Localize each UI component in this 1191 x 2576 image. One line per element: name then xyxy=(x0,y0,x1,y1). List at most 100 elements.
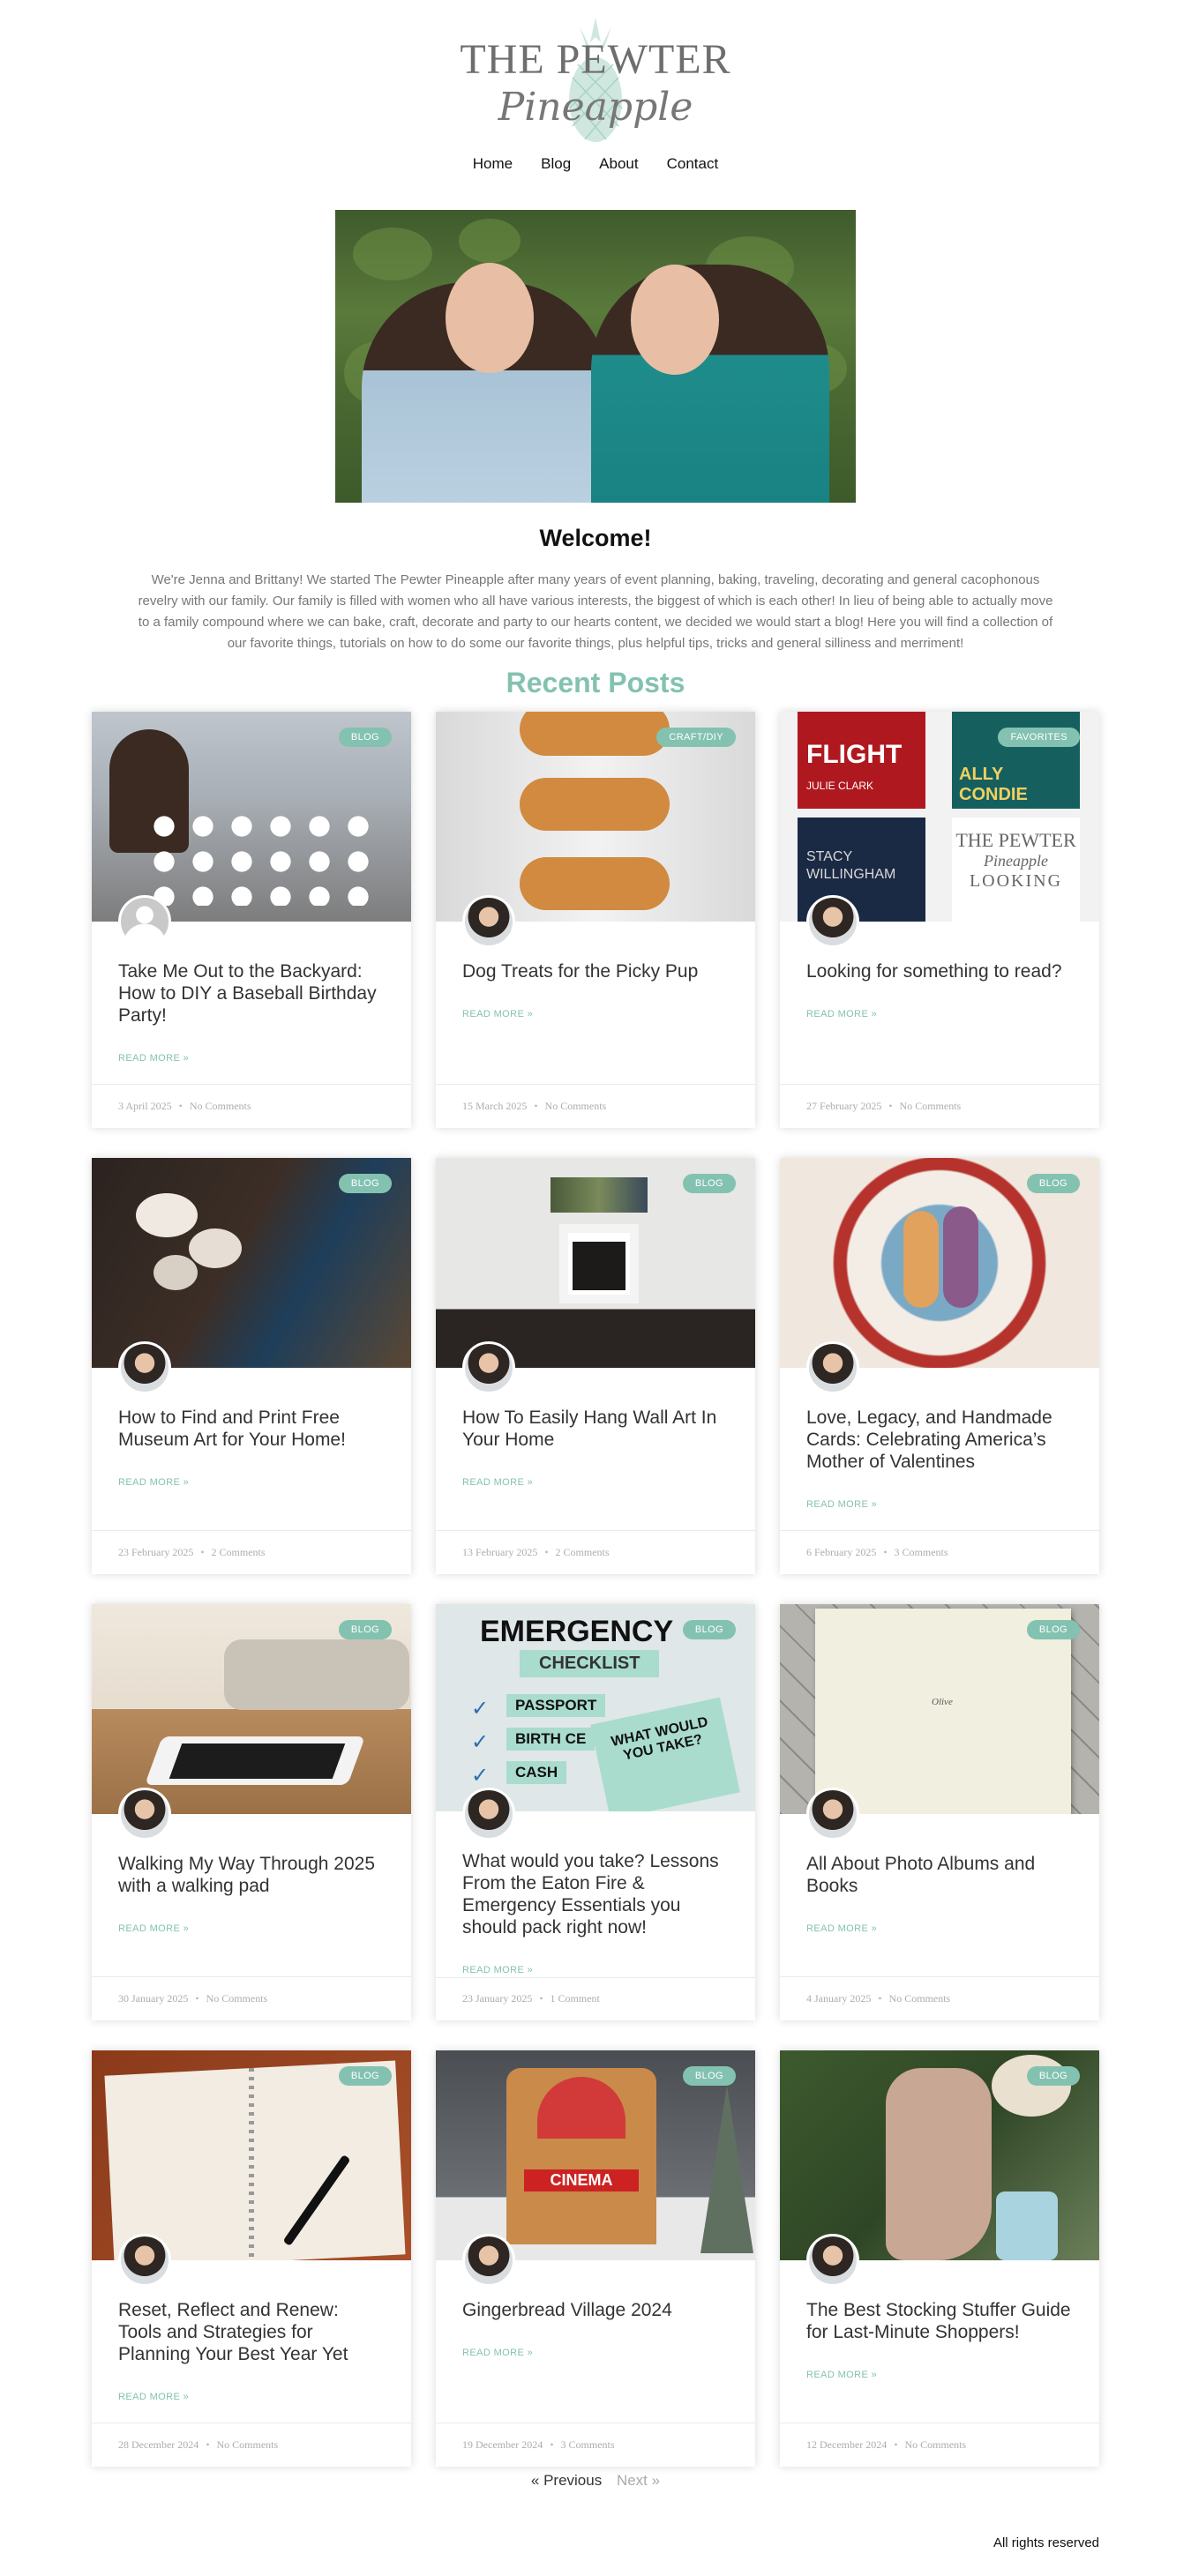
next-page-link[interactable]: Next » xyxy=(617,2472,660,2489)
post-thumbnail[interactable]: CRAFT/DIY xyxy=(436,712,755,922)
post-date: 28 December 2024 xyxy=(118,2438,199,2451)
post-comments[interactable]: 3 Comments xyxy=(561,2438,615,2452)
author-avatar xyxy=(462,895,515,948)
post-title[interactable]: Walking My Way Through 2025 with a walki… xyxy=(118,1853,385,1897)
pagination: « Previous Next » xyxy=(0,2472,1191,2490)
author-avatar xyxy=(806,895,859,948)
author-avatar xyxy=(118,2234,171,2287)
author-avatar xyxy=(118,1341,171,1394)
read-more-link[interactable]: READ MORE » xyxy=(118,1477,189,1488)
post-title[interactable]: Dog Treats for the Picky Pup xyxy=(462,960,729,982)
post-thumbnail[interactable]: FLIGHT JULIE CLARK ALLY CONDIE STACY WIL… xyxy=(780,712,1099,922)
post-thumbnail[interactable]: BLOG xyxy=(92,1158,411,1368)
read-more-link[interactable]: READ MORE » xyxy=(462,1477,533,1488)
post-thumbnail[interactable]: EMERGENCY CHECKLIST PASSPORT BIRTH CE CA… xyxy=(436,1604,755,1811)
post-thumbnail[interactable]: BLOG xyxy=(92,712,411,922)
post-date: 19 December 2024 xyxy=(462,2438,543,2451)
book-cover-flight: FLIGHT JULIE CLARK xyxy=(798,712,925,809)
post-comments[interactable]: No Comments xyxy=(900,1100,962,1113)
post-category-badge[interactable]: CRAFT/DIY xyxy=(656,728,736,747)
post-date: 30 January 2025 xyxy=(118,1992,189,2005)
post-thumbnail[interactable]: Olive BLOG xyxy=(780,1604,1099,1814)
read-more-link[interactable]: READ MORE » xyxy=(806,1499,877,1510)
post-meta: 28 December 2024 • No Comments xyxy=(92,2423,411,2467)
post-title[interactable]: Reset, Reflect and Renew: Tools and Stra… xyxy=(118,2299,385,2365)
read-more-link[interactable]: READ MORE » xyxy=(806,1009,877,1019)
post-date: 27 February 2025 xyxy=(806,1100,882,1112)
post-category-badge[interactable]: FAVORITES xyxy=(998,728,1080,747)
post-card: CRAFT/DIY Dog Treats for the Picky Pup R… xyxy=(436,712,755,1128)
post-title[interactable]: How To Easily Hang Wall Art In Your Home xyxy=(462,1407,729,1451)
nav-contact[interactable]: Contact xyxy=(667,155,719,173)
post-thumbnail[interactable]: CINEMA BLOG xyxy=(436,2050,755,2260)
read-more-link[interactable]: READ MORE » xyxy=(118,2392,189,2402)
post-category-badge[interactable]: BLOG xyxy=(338,2066,392,2086)
read-more-link[interactable]: READ MORE » xyxy=(462,1965,533,1975)
post-date: 6 February 2025 xyxy=(806,1546,877,1558)
post-thumbnail[interactable]: BLOG xyxy=(780,1158,1099,1368)
post-meta: 15 March 2025 • No Comments xyxy=(436,1084,755,1128)
post-thumbnail[interactable]: BLOG xyxy=(780,2050,1099,2260)
post-title[interactable]: Gingerbread Village 2024 xyxy=(462,2299,729,2321)
site-logo[interactable]: THE PEWTER Pineapple xyxy=(454,16,737,148)
post-category-badge[interactable]: BLOG xyxy=(338,1174,392,1193)
post-title[interactable]: Looking for something to read? xyxy=(806,960,1073,982)
post-meta: 19 December 2024 • 3 Comments xyxy=(436,2423,755,2467)
nav-about[interactable]: About xyxy=(599,155,638,173)
post-thumbnail[interactable]: BLOG xyxy=(436,1158,755,1368)
post-title[interactable]: Love, Legacy, and Handmade Cards: Celebr… xyxy=(806,1407,1073,1473)
post-comments[interactable]: 2 Comments xyxy=(212,1546,266,1559)
post-card: BLOG How To Easily Hang Wall Art In Your… xyxy=(436,1158,755,1574)
post-comments[interactable]: 3 Comments xyxy=(895,1546,948,1559)
read-more-link[interactable]: READ MORE » xyxy=(118,1923,189,1934)
previous-page-link[interactable]: « Previous xyxy=(531,2472,602,2489)
post-card: FLIGHT JULIE CLARK ALLY CONDIE STACY WIL… xyxy=(780,712,1099,1128)
post-meta: 13 February 2025 • 2 Comments xyxy=(436,1530,755,1574)
post-thumbnail[interactable]: BLOG xyxy=(92,1604,411,1814)
author-avatar xyxy=(806,1341,859,1394)
post-comments[interactable]: No Comments xyxy=(206,1992,268,2005)
book-ally-author: ALLY CONDIE xyxy=(959,765,1028,804)
author-avatar xyxy=(118,895,171,948)
author-avatar xyxy=(806,2234,859,2287)
post-title[interactable]: All About Photo Albums and Books xyxy=(806,1853,1073,1897)
nav-blog[interactable]: Blog xyxy=(541,155,571,173)
post-comments[interactable]: No Comments xyxy=(545,1100,607,1113)
recent-posts-heading: Recent Posts xyxy=(506,667,685,698)
post-category-badge[interactable]: BLOG xyxy=(682,2066,736,2086)
post-comments[interactable]: 1 Comment xyxy=(551,1992,600,2005)
post-category-badge[interactable]: BLOG xyxy=(338,728,392,747)
main-nav: Home Blog About Contact xyxy=(0,155,1191,173)
post-title[interactable]: The Best Stocking Stuffer Guide for Last… xyxy=(806,2299,1073,2343)
read-more-link[interactable]: READ MORE » xyxy=(118,1053,189,1064)
post-title[interactable]: Take Me Out to the Backyard: How to DIY … xyxy=(118,960,385,1027)
post-card: Olive BLOG All About Photo Albums and Bo… xyxy=(780,1604,1099,2020)
post-category-badge[interactable]: BLOG xyxy=(1026,2066,1080,2086)
post-category-badge[interactable]: BLOG xyxy=(338,1620,392,1639)
post-meta: 4 January 2025 • No Comments xyxy=(780,1976,1099,2020)
post-comments[interactable]: No Comments xyxy=(905,2438,967,2452)
read-more-link[interactable]: READ MORE » xyxy=(806,2370,877,2380)
post-category-badge[interactable]: BLOG xyxy=(682,1620,736,1639)
book-cover-ally: ALLY CONDIE xyxy=(952,712,1080,809)
post-title[interactable]: What would you take? Lessons From the Ea… xyxy=(462,1850,729,1938)
read-more-link[interactable]: READ MORE » xyxy=(462,2348,533,2358)
post-card: BLOG The Best Stocking Stuffer Guide for… xyxy=(780,2050,1099,2467)
welcome-heading: Welcome! xyxy=(539,525,652,551)
post-comments[interactable]: No Comments xyxy=(217,2438,279,2452)
read-more-link[interactable]: READ MORE » xyxy=(806,1923,877,1934)
post-thumbnail[interactable]: BLOG xyxy=(92,2050,411,2260)
post-title[interactable]: How to Find and Print Free Museum Art fo… xyxy=(118,1407,385,1451)
logo-title: THE PEWTER xyxy=(460,36,731,83)
post-category-badge[interactable]: BLOG xyxy=(1026,1620,1080,1639)
post-comments[interactable]: 2 Comments xyxy=(556,1546,610,1559)
post-date: 23 February 2025 xyxy=(118,1546,194,1558)
album-label: Olive xyxy=(932,1697,953,1707)
post-category-badge[interactable]: BLOG xyxy=(682,1174,736,1193)
read-more-link[interactable]: READ MORE » xyxy=(462,1009,533,1019)
author-avatar xyxy=(462,1341,515,1394)
post-comments[interactable]: No Comments xyxy=(190,1100,251,1113)
post-comments[interactable]: No Comments xyxy=(889,1992,951,2005)
nav-home[interactable]: Home xyxy=(473,155,513,173)
post-category-badge[interactable]: BLOG xyxy=(1026,1174,1080,1193)
